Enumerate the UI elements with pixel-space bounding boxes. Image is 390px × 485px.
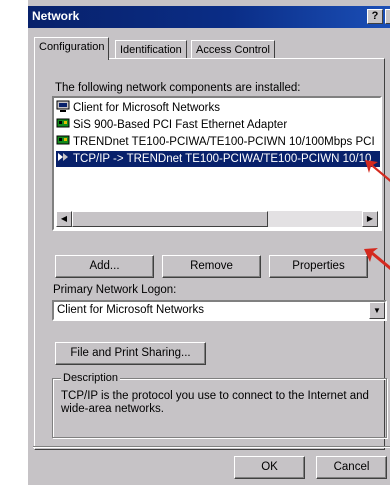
list-item[interactable]: SiS 900-Based PCI Fast Ethernet Adapter [56,117,287,133]
horizontal-scrollbar[interactable]: ◀ ▶ [56,211,378,227]
description-text: TCP/IP is the protocol you use to connec… [61,390,369,415]
tab-label: Configuration [39,41,105,53]
cancel-button[interactable]: Cancel [316,456,387,479]
title-bar[interactable]: Network ? × [28,6,390,28]
list-item-label: TRENDnet TE100-PCIWA/TE100-PCIWN 10/100M… [73,136,375,148]
window-title: Network [32,9,80,23]
list-item-selected[interactable]: TCP/IP -> TRENDnet TE100-PCIWA/TE100-PCI… [56,151,380,167]
logon-label: Primary Network Logon: [53,284,177,296]
tab-configuration[interactable]: Configuration [34,37,110,60]
list-item[interactable]: Client for Microsoft Networks [56,100,220,116]
bottom-divider [33,446,390,448]
adapter-icon [56,118,70,128]
tab-label: Identification [120,44,182,56]
list-item-label: SiS 900-Based PCI Fast Ethernet Adapter [73,119,288,131]
scroll-thumb[interactable] [72,211,268,227]
ok-button-label: OK [261,461,278,473]
arrow-icon [364,248,390,270]
scroll-right-icon[interactable]: ▶ [362,211,378,227]
client-icon [56,100,70,112]
scroll-left-icon[interactable]: ◀ [56,211,72,227]
description-groupbox: Description TCP/IP is the protocol you u… [52,372,387,438]
remove-button-label: Remove [190,260,233,272]
cancel-button-label: Cancel [333,461,370,473]
logon-select[interactable]: Client for Microsoft Networks ▼ [52,300,387,321]
remove-button[interactable]: Remove [162,255,261,278]
description-legend: Description [61,372,121,384]
close-button[interactable]: × [385,9,390,24]
logon-select-value: Client for Microsoft Networks [57,304,204,316]
components-label: The following network components are ins… [55,82,301,94]
tab-identification[interactable]: Identification [115,40,187,59]
chevron-down-icon[interactable]: ▼ [369,302,385,319]
protocol-icon [58,153,68,161]
file-print-sharing-button[interactable]: File and Print Sharing... [55,342,206,365]
ok-button[interactable]: OK [234,456,305,479]
add-button-label: Add... [89,260,120,272]
components-listbox[interactable]: Client for Microsoft Networks SiS 900-Ba… [52,96,382,231]
tab-access-control[interactable]: Access Control [191,40,275,59]
properties-button-label: Properties [292,260,345,272]
help-button[interactable]: ? [367,9,383,24]
file-print-sharing-label: File and Print Sharing... [70,347,191,359]
add-button[interactable]: Add... [55,255,154,278]
list-item-label: Client for Microsoft Networks [73,102,220,114]
list-item[interactable]: TRENDnet TE100-PCIWA/TE100-PCIWN 10/100M… [56,134,375,150]
adapter-icon [56,135,70,145]
properties-button[interactable]: Properties [269,255,368,278]
list-item-label: TCP/IP -> TRENDnet TE100-PCIWA/TE100-PCI… [73,153,372,165]
arrow-icon [365,160,390,182]
tab-label: Access Control [196,44,270,56]
